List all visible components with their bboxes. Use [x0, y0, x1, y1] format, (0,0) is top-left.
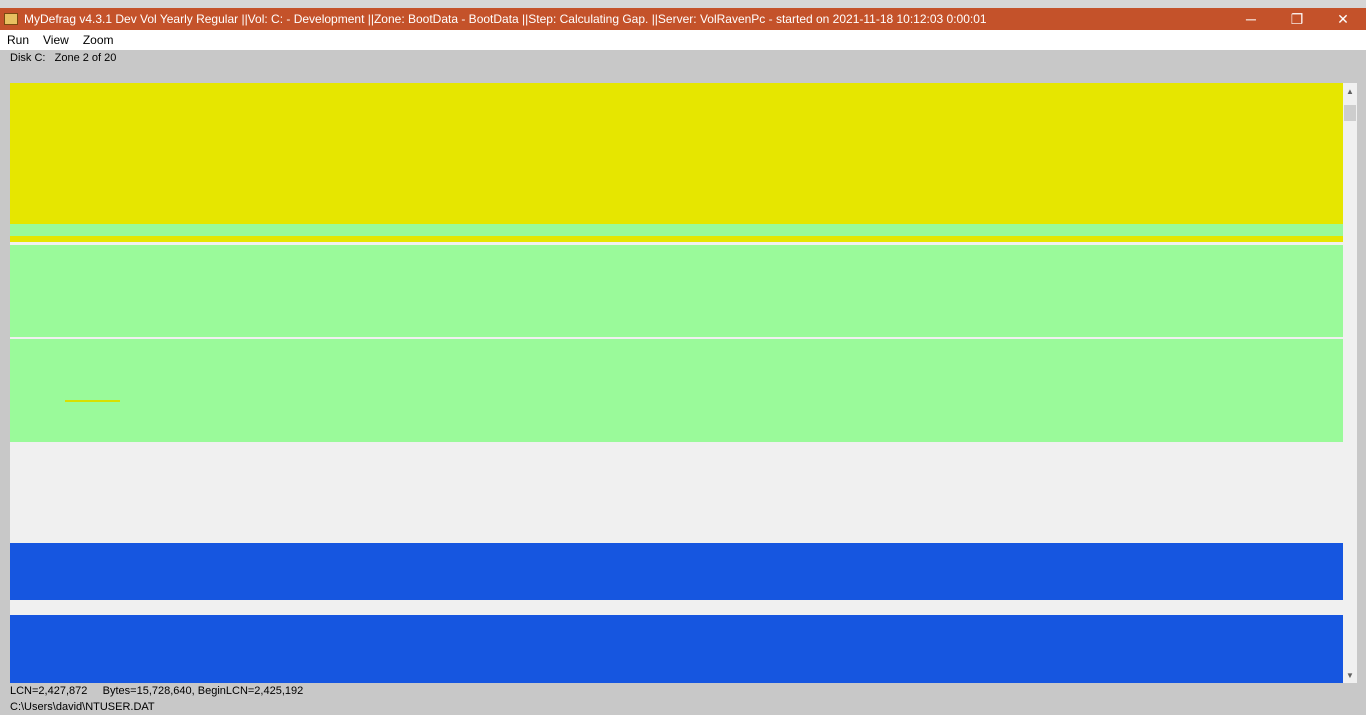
- title-bar: MyDefrag v4.3.1 Dev Vol Yearly Regular |…: [0, 8, 1366, 30]
- window-controls: ─ ❐ ✕: [1228, 8, 1366, 30]
- disk-band-unmovable: [10, 83, 1343, 224]
- disk-info: Disk C: Zone 2 of 20: [10, 52, 116, 64]
- taskbar-strip: [0, 0, 1366, 8]
- disk-band-unmovable: [65, 400, 120, 402]
- disk-map[interactable]: [10, 83, 1343, 683]
- disk-band-movable: [10, 224, 1343, 236]
- close-button[interactable]: ✕: [1320, 8, 1366, 30]
- zone-label: Zone 2 of 20: [54, 52, 117, 64]
- disk-band-fragmented: [10, 543, 1343, 600]
- menu-run[interactable]: Run: [0, 33, 36, 47]
- menu-view[interactable]: View: [36, 33, 76, 47]
- app-icon: [4, 13, 18, 25]
- scroll-down-icon[interactable]: ▼: [1343, 667, 1357, 683]
- disk-band-movable: [10, 245, 1343, 337]
- disk-band-fragmented: [10, 615, 1343, 683]
- vertical-scrollbar[interactable]: ▲ ▼: [1343, 83, 1357, 683]
- menu-zoom[interactable]: Zoom: [76, 33, 121, 47]
- disk-band-free: [10, 442, 1343, 542]
- status-lcn: LCN=2,427,872 Bytes=15,728,640, BeginLCN…: [10, 685, 304, 697]
- menu-bar: Run View Zoom: [0, 30, 1366, 50]
- window-title: MyDefrag v4.3.1 Dev Vol Yearly Regular |…: [24, 12, 987, 26]
- disk-label: Disk C:: [10, 52, 46, 64]
- status-file-path: C:\Users\david\NTUSER.DAT: [10, 701, 155, 713]
- status-bar: LCN=2,427,872 Bytes=15,728,640, BeginLCN…: [10, 683, 303, 715]
- restore-button[interactable]: ❐: [1274, 8, 1320, 30]
- scroll-up-icon[interactable]: ▲: [1343, 83, 1357, 99]
- minimize-button[interactable]: ─: [1228, 8, 1274, 30]
- disk-band-free: [10, 600, 1343, 615]
- minimize-icon: ─: [1246, 11, 1256, 27]
- scroll-thumb[interactable]: [1344, 105, 1356, 121]
- close-icon: ✕: [1337, 10, 1349, 27]
- disk-band-movable: [10, 339, 1343, 442]
- restore-icon: ❐: [1290, 10, 1304, 27]
